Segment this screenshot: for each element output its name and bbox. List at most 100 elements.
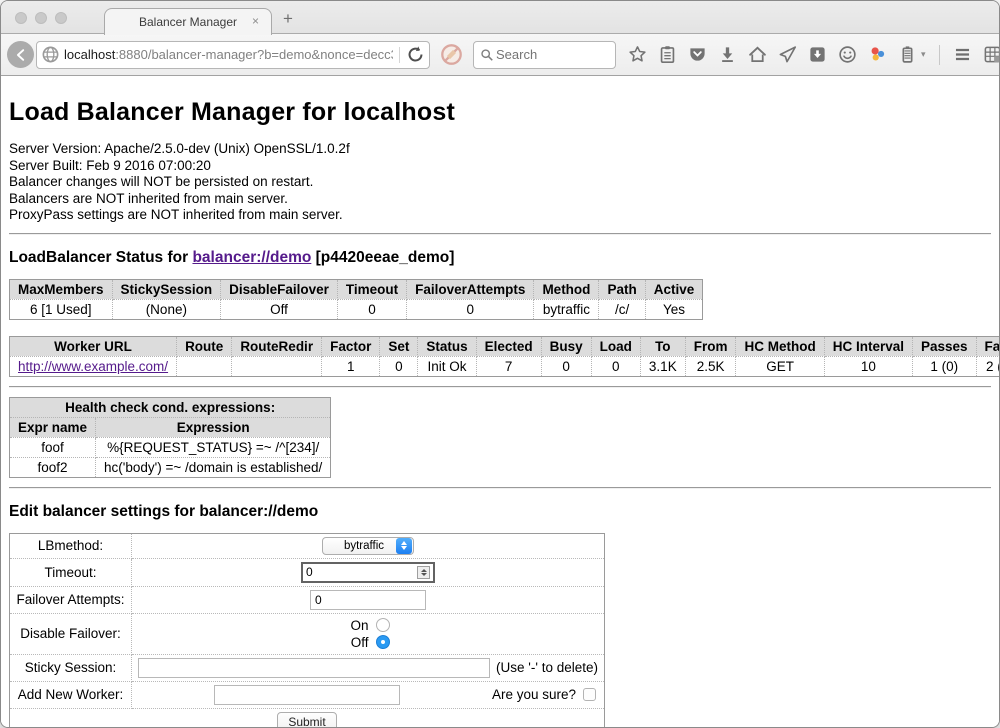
table-cell: /c/ [599, 299, 645, 319]
failover-attempts-row: Failover Attempts: [10, 586, 605, 613]
table-cell: 0 [380, 356, 418, 376]
lbmethod-row: LBmethod: bytraffic [10, 533, 605, 558]
table-row: foof %{REQUEST_STATUS} =~ /^[234]/ [10, 437, 331, 457]
proxypass-note-line: ProxyPass settings are NOT inherited fro… [9, 207, 991, 224]
worker-url-link[interactable]: http://www.example.com/ [18, 359, 168, 374]
table-cell: 1 (0) [912, 356, 976, 376]
table-header-row: MaxMembers StickySession DisableFailover… [10, 279, 703, 299]
table-cell [177, 356, 232, 376]
window-controls [15, 12, 67, 24]
column-header: Path [599, 279, 645, 299]
table-row: foof2 hc('body') =~ /domain is establish… [10, 457, 331, 477]
submit-button[interactable]: Submit [277, 712, 336, 728]
battery-extension-icon[interactable] [898, 45, 917, 64]
status-heading-suffix: [p4420eeae_demo] [311, 249, 454, 266]
search-bar[interactable] [473, 41, 616, 69]
bookmark-star-icon[interactable] [628, 45, 647, 64]
edit-balancer-heading: Edit balancer settings for balancer://de… [9, 503, 991, 521]
overflow-caret-icon[interactable]: ▾ [921, 49, 926, 60]
worker-url-cell: http://www.example.com/ [10, 356, 177, 376]
search-input[interactable] [494, 46, 594, 63]
balancer-settings-form: LBmethod: bytraffic Timeout: [9, 533, 605, 728]
table-cell: 0 [591, 356, 640, 376]
add-worker-input[interactable] [214, 685, 400, 705]
table-cell: bytraffic [534, 299, 599, 319]
column-header: DisableFailover [221, 279, 338, 299]
balancer-demo-link[interactable]: balancer://demo [192, 249, 311, 266]
worker-status-table: Worker URL Route RouteRedir Factor Set S… [9, 336, 999, 377]
section-divider [9, 386, 991, 388]
url-text[interactable]: localhost:8880/balancer-manager?b=demo&n… [64, 47, 393, 62]
table-cell: 3.1K [640, 356, 685, 376]
multi-account-containers-icon[interactable] [868, 45, 887, 64]
timeout-label: Timeout: [10, 558, 132, 586]
url-domain: localhost [64, 47, 115, 62]
failover-on-radio[interactable] [376, 618, 390, 632]
column-header: MaxMembers [10, 279, 113, 299]
table-cell [232, 356, 322, 376]
back-button[interactable] [7, 41, 34, 68]
menu-hamburger-icon[interactable] [953, 45, 972, 64]
url-bar[interactable]: localhost:8880/balancer-manager?b=demo&n… [36, 41, 430, 69]
loadbalancer-status-heading: LoadBalancer Status for balancer://demo … [9, 249, 991, 267]
balancer-status-table: MaxMembers StickySession DisableFailover… [9, 279, 703, 320]
block-icon[interactable] [440, 43, 463, 66]
pocket-icon[interactable] [688, 45, 707, 64]
home-icon[interactable] [748, 45, 767, 64]
sticky-session-row: Sticky Session: (Use '-' to delete) [10, 654, 605, 681]
table-cell: 2.5K [685, 356, 736, 376]
sticky-session-hint: (Use '-' to delete) [496, 660, 600, 675]
close-window-button[interactable] [15, 12, 27, 24]
table-cell: 0 [541, 356, 591, 376]
grid-extension-icon[interactable] [983, 45, 1000, 64]
downloads-icon[interactable] [718, 45, 737, 64]
failover-attempts-input[interactable] [310, 590, 426, 610]
are-you-sure-checkbox[interactable] [583, 688, 596, 701]
send-to-device-icon[interactable] [778, 45, 797, 64]
table-cell: 2 (0) [976, 356, 999, 376]
radio-off-label: Off [347, 635, 369, 650]
tab-balancer-manager[interactable]: Balancer Manager × [104, 8, 272, 35]
table-cell: 1 [322, 356, 380, 376]
page-content: Load Balancer Manager for localhost Serv… [1, 76, 999, 728]
number-spinner-icon[interactable] [417, 566, 430, 579]
reading-list-icon[interactable] [658, 45, 677, 64]
table-cell: 0 [407, 299, 534, 319]
status-heading-prefix: LoadBalancer Status for [9, 249, 192, 266]
navigation-toolbar: localhost:8880/balancer-manager?b=demo&n… [1, 34, 999, 76]
extension-download-icon[interactable] [808, 45, 827, 64]
submit-row: Submit [10, 708, 605, 728]
expression-cell: hc('body') =~ /domain is established/ [96, 457, 331, 477]
table-cell: 6 [1 Used] [10, 299, 113, 319]
page-title: Load Balancer Manager for localhost [9, 98, 991, 127]
column-header: Timeout [337, 279, 406, 299]
column-header: Passes [912, 336, 976, 356]
failover-off-radio[interactable] [376, 635, 390, 649]
radio-on-label: On [347, 618, 369, 633]
zoom-window-button[interactable] [55, 12, 67, 24]
sticky-session-input[interactable] [138, 658, 490, 678]
reload-icon[interactable] [406, 45, 425, 64]
minimize-window-button[interactable] [35, 12, 47, 24]
tab-bar: Balancer Manager × + [1, 1, 999, 34]
column-header: Factor [322, 336, 380, 356]
table-header-row: Expr name Expression [10, 417, 331, 437]
lbmethod-select[interactable]: bytraffic [322, 537, 414, 555]
table-cell: Yes [645, 299, 703, 319]
timeout-input[interactable] [301, 562, 435, 583]
tab-close-icon[interactable]: × [250, 16, 261, 27]
new-tab-button[interactable]: + [283, 9, 293, 29]
browser-window: Balancer Manager × + localhost:8880/bala… [0, 0, 1000, 728]
column-header: FailoverAttempts [407, 279, 534, 299]
column-header: From [685, 336, 736, 356]
feedback-smiley-icon[interactable] [838, 45, 857, 64]
table-header-row: Worker URL Route RouteRedir Factor Set S… [10, 336, 1000, 356]
sticky-session-label: Sticky Session: [10, 654, 132, 681]
table-cell: 0 [337, 299, 406, 319]
column-header: Worker URL [10, 336, 177, 356]
column-header: Active [645, 279, 703, 299]
column-header: Status [418, 336, 476, 356]
are-you-sure-label: Are you sure? [492, 687, 576, 702]
column-header: Elected [476, 336, 541, 356]
section-divider [9, 233, 991, 235]
